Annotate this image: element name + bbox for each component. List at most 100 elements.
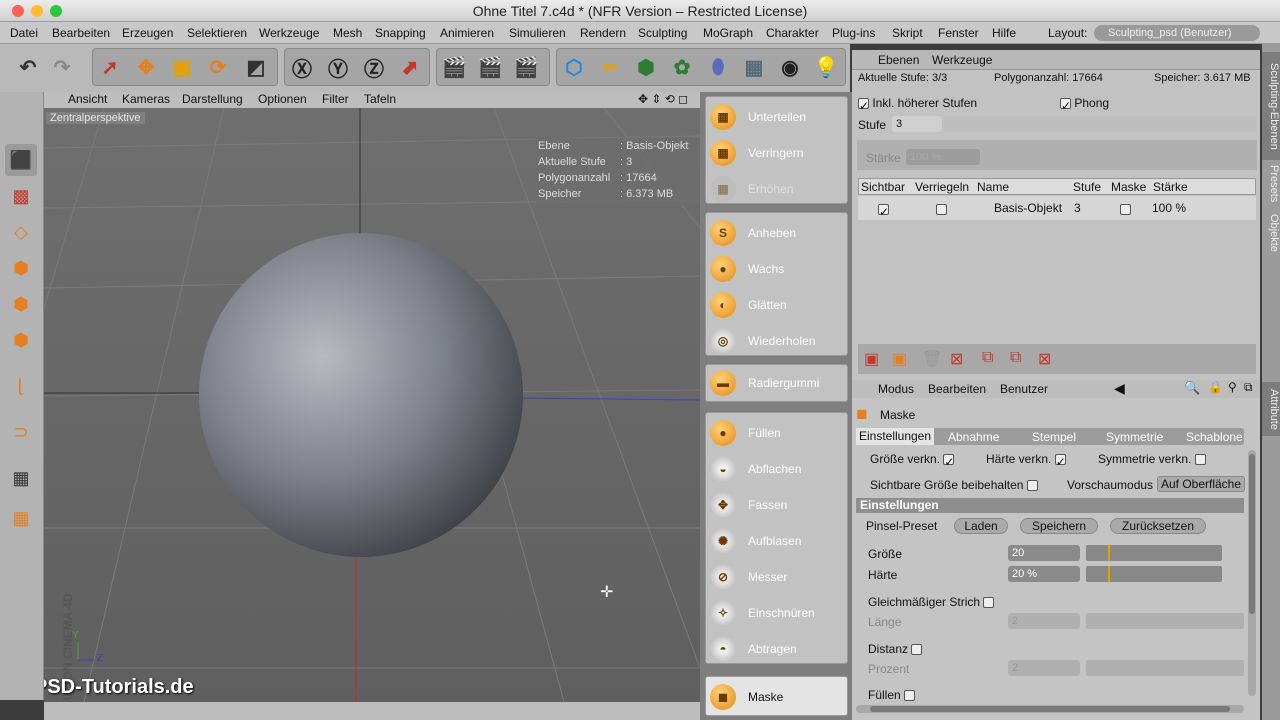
model-mode-icon[interactable]: ⬛ <box>5 144 37 176</box>
add-folder-icon[interactable]: ▣ <box>892 349 907 369</box>
back-arrow-icon[interactable]: ◀ <box>1114 380 1125 397</box>
stufe-slider[interactable] <box>944 116 1256 132</box>
redo-icon[interactable]: ↷ <box>46 52 78 82</box>
move-icon[interactable]: ✥ <box>130 52 162 82</box>
brush-fuellen[interactable]: ● Füllen <box>706 415 849 451</box>
close-window-button[interactable] <box>12 5 24 17</box>
layout-select[interactable]: Sculpting_psd (Benutzer) <box>1094 25 1260 41</box>
menu-charakter[interactable]: Charakter <box>766 26 819 40</box>
preview-mode-select[interactable]: Auf Oberfläche <box>1157 476 1245 492</box>
copy-layer-icon[interactable]: ⧉ <box>982 349 993 367</box>
pin-icon[interactable]: ⚲ <box>1228 380 1237 394</box>
tab-ebenen[interactable]: Ebenen <box>878 53 919 67</box>
undo-icon[interactable]: ↶ <box>12 52 44 82</box>
save-preset-button[interactable]: Speichern <box>1020 518 1098 534</box>
scale-icon[interactable]: ▣ <box>166 52 198 82</box>
recent-tool-icon[interactable]: ◩ <box>240 52 272 82</box>
add-layer-icon[interactable]: ▣ <box>864 349 879 369</box>
phong-option[interactable]: ✓ Phong <box>1060 96 1109 113</box>
3d-viewport[interactable]: ✛ Zentralperspektive Ebene: Basis-Objekt… <box>44 108 700 702</box>
brush-fassen[interactable]: ✥ Fassen <box>706 487 849 523</box>
menu-sculpting[interactable]: Sculpting <box>638 26 687 40</box>
link-size-option[interactable]: Größe verkn. ✓ <box>870 452 954 469</box>
merge-layer-icon[interactable]: ⊠ <box>1038 349 1051 369</box>
fill-option[interactable]: Füllen <box>868 688 916 702</box>
table-row[interactable]: ✓ Basis-Objekt 3 100 % <box>858 196 1256 220</box>
viewport-navigation-icons[interactable]: ✥ ⇕ ⟲ ◻ <box>638 92 688 106</box>
brush-anheben[interactable]: S Anheben <box>706 215 849 251</box>
link-hardness-option[interactable]: Härte verkn. ✓ <box>986 452 1066 469</box>
array-icon[interactable]: ✿ <box>666 52 698 82</box>
attr-scrollbar[interactable] <box>1248 450 1256 696</box>
menu-selektieren[interactable]: Selektieren <box>187 26 247 40</box>
length-slider[interactable] <box>1086 613 1244 629</box>
col-staerke[interactable]: Stärke <box>1153 180 1188 194</box>
side-tab-attribute[interactable]: Attribute <box>1262 382 1280 436</box>
rotate-icon[interactable]: ⟳ <box>202 52 234 82</box>
brush-wachs[interactable]: ● Wachs <box>706 251 849 287</box>
tab-stempel[interactable]: Stempel <box>1032 430 1076 444</box>
search-icon[interactable]: 🔍 <box>1184 380 1200 396</box>
menu-bearbeiten[interactable]: Bearbeiten <box>52 26 110 40</box>
reset-preset-button[interactable]: Zurücksetzen <box>1110 518 1206 534</box>
hardness-slider[interactable] <box>1086 566 1222 582</box>
col-maske[interactable]: Maske <box>1111 180 1146 194</box>
brush-einschnueren[interactable]: ✧ Einschnüren <box>706 595 849 631</box>
coordinate-system-icon[interactable]: ⬈ <box>394 52 426 82</box>
zoom-window-button[interactable] <box>50 5 62 17</box>
cube-object-icon[interactable]: ⬡ <box>558 52 590 82</box>
percent-slider[interactable] <box>1086 660 1244 676</box>
length-field[interactable]: 2 <box>1008 613 1080 629</box>
menu-mesh[interactable]: Mesh <box>333 26 362 40</box>
x-axis-icon[interactable]: Ⓧ <box>286 52 318 82</box>
tab-schablone[interactable]: Schablone <box>1186 430 1243 444</box>
menu-simulieren[interactable]: Simulieren <box>509 26 566 40</box>
menu-fenster[interactable]: Fenster <box>938 26 979 40</box>
points-mode-icon[interactable]: ⬢ <box>5 252 37 284</box>
viewport-menu-tafeln[interactable]: Tafeln <box>364 92 396 106</box>
spline-icon[interactable]: ∞ <box>594 52 626 82</box>
side-tab-sculpting-ebenen[interactable]: Sculpting-Ebenen <box>1262 52 1280 160</box>
menu-mograph[interactable]: MoGraph <box>703 26 753 40</box>
side-tab-presets[interactable]: Presets <box>1262 162 1280 206</box>
brush-abflachen[interactable]: ◒ Abflachen <box>706 451 849 487</box>
axis-mode-icon[interactable]: ⌊ <box>5 370 37 402</box>
link-size-checkbox[interactable]: ✓ <box>943 454 954 469</box>
select-arrow-icon[interactable]: ➚ <box>94 52 126 82</box>
brush-unterteilen[interactable]: ▦ Unterteilen <box>706 99 849 135</box>
snapping-icon[interactable]: ⊃ <box>5 416 37 448</box>
polygons-mode-icon[interactable]: ⬢ <box>5 324 37 356</box>
col-stufe[interactable]: Stufe <box>1073 180 1101 194</box>
fill-checkbox[interactable] <box>904 690 916 702</box>
render-view-icon[interactable]: 🎬 <box>438 52 470 82</box>
attr-menu-modus[interactable]: Modus <box>878 382 914 396</box>
layer-name[interactable]: Basis-Objekt <box>994 201 1062 215</box>
nurbs-icon[interactable]: ⬢ <box>630 52 662 82</box>
lock-icon[interactable]: 🔒 <box>1208 380 1223 394</box>
incl-higher-levels-checkbox[interactable]: ✓ <box>858 98 869 113</box>
attr-horizontal-scrollbar[interactable] <box>856 705 1244 713</box>
menu-animieren[interactable]: Animieren <box>440 26 494 40</box>
col-verriegeln[interactable]: Verriegeln <box>915 180 969 194</box>
texture-mode-icon[interactable]: ▩ <box>5 180 37 212</box>
y-axis-icon[interactable]: Ⓨ <box>322 52 354 82</box>
even-stroke-option[interactable]: Gleichmäßiger Strich <box>868 595 995 609</box>
link-symmetry-option[interactable]: Symmetrie verkn. <box>1098 452 1206 466</box>
camera-icon[interactable]: ◉ <box>774 52 806 82</box>
brush-maske[interactable]: ◼ Maske <box>706 679 849 715</box>
load-preset-button[interactable]: Laden <box>954 518 1008 534</box>
minimize-window-button[interactable] <box>31 5 43 17</box>
camera-label[interactable]: Zentralperspektive <box>46 112 145 124</box>
brush-messer[interactable]: ⊘ Messer <box>706 559 849 595</box>
menu-rendern[interactable]: Rendern <box>580 26 626 40</box>
tab-einstellungen[interactable]: Einstellungen <box>856 428 934 445</box>
render-settings-icon[interactable]: 🎬 <box>510 52 542 82</box>
clear-layer-icon[interactable]: ⊠ <box>950 349 963 369</box>
even-stroke-checkbox[interactable] <box>983 597 995 609</box>
viewport-menu-kameras[interactable]: Kameras <box>122 92 170 106</box>
incl-higher-levels[interactable]: ✓ Inkl. höherer Stufen <box>858 96 977 113</box>
visible-checkbox[interactable]: ✓ <box>878 204 889 219</box>
viewport-menu-darstellung[interactable]: Darstellung <box>182 92 243 106</box>
menu-plugins[interactable]: Plug-ins <box>832 26 875 40</box>
menu-hilfe[interactable]: Hilfe <box>992 26 1016 40</box>
